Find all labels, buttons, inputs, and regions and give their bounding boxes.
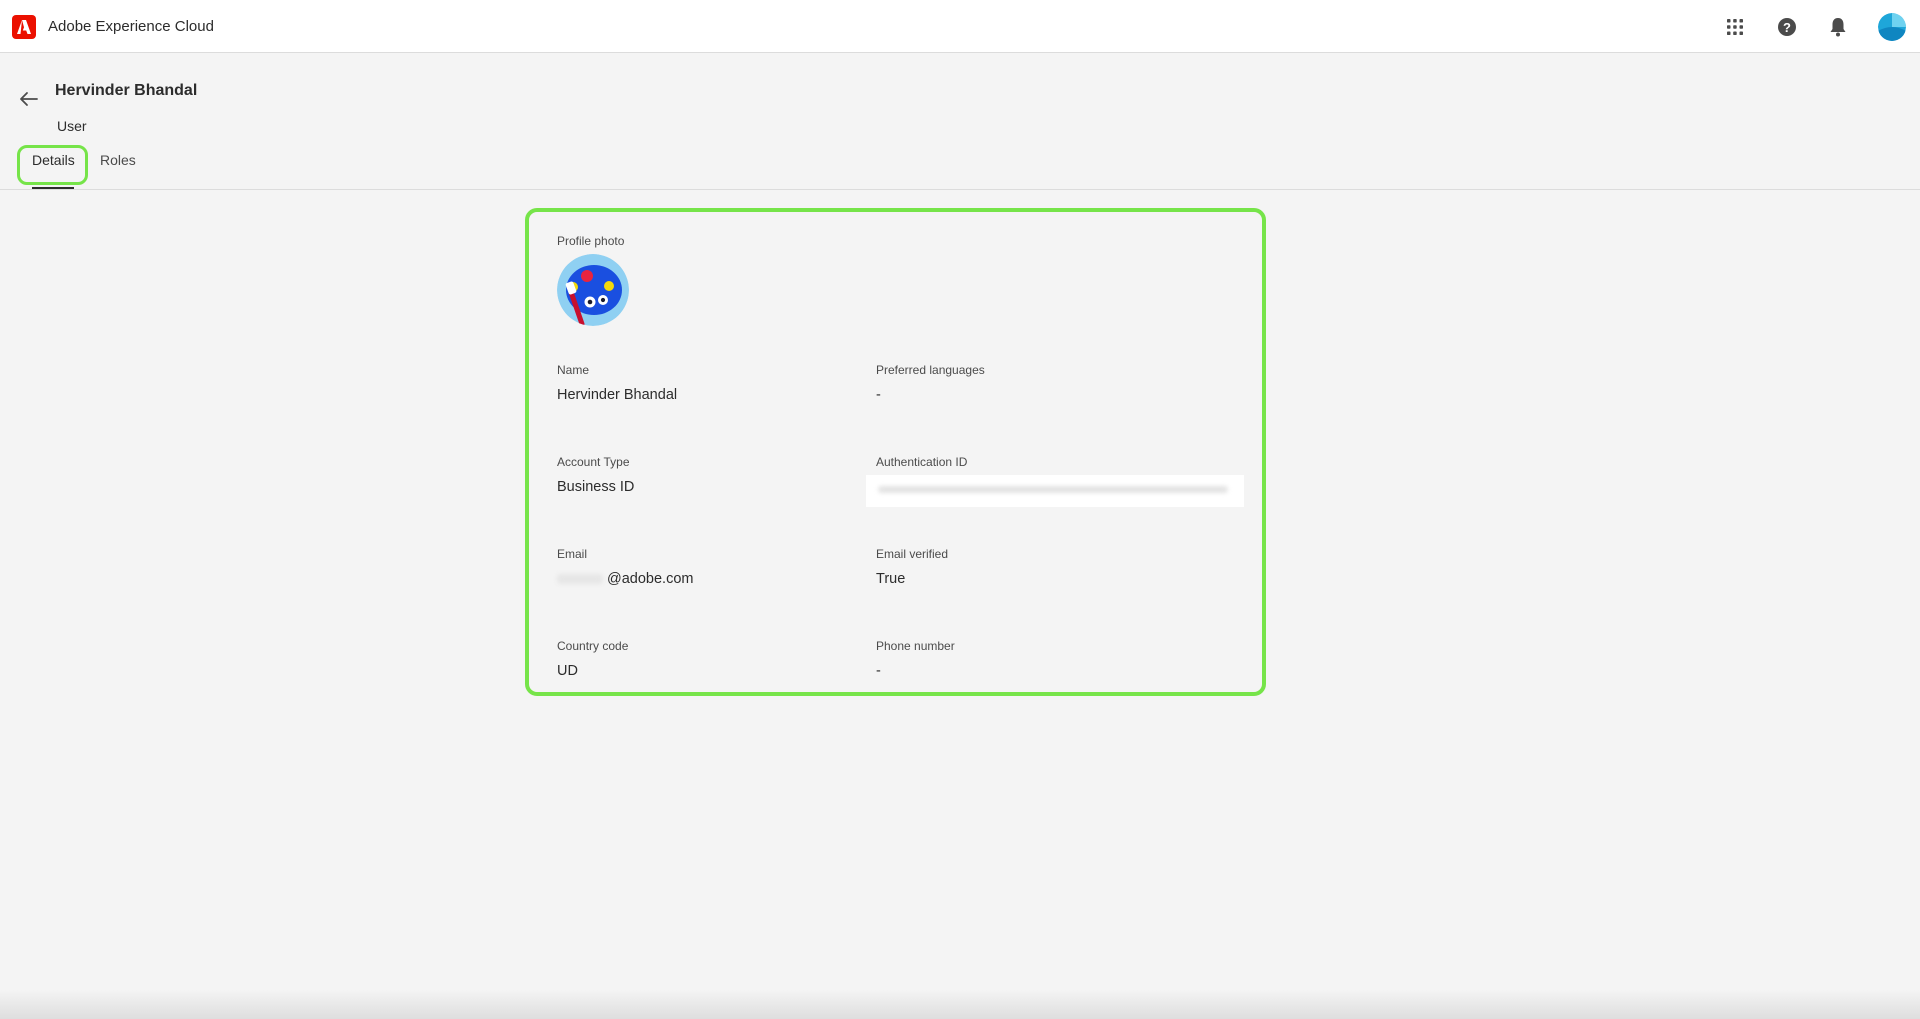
account-type-value: Business ID: [557, 479, 635, 495]
svg-text:?: ?: [1783, 20, 1791, 35]
country-code-value: UD: [557, 663, 578, 679]
email-redacted: [557, 574, 603, 584]
bottom-shadow: [0, 990, 1920, 1019]
bell-icon[interactable]: [1825, 14, 1851, 40]
email-label: Email: [557, 547, 588, 561]
app-title[interactable]: Adobe Experience Cloud: [48, 18, 214, 35]
tab-roles[interactable]: Roles: [100, 152, 136, 168]
phone-number-label: Phone number: [876, 639, 955, 653]
back-arrow-icon[interactable]: [16, 86, 42, 112]
tab-bar: Details Roles: [0, 145, 1920, 190]
tab-details[interactable]: Details: [32, 152, 75, 168]
page-subtitle: User: [57, 118, 87, 134]
name-value: Hervinder Bhandal: [557, 387, 678, 403]
email-verified-value: True: [876, 571, 906, 587]
account-type-label: Account Type: [557, 455, 630, 469]
preferred-languages-value: -: [876, 387, 881, 403]
authentication-id-label: Authentication ID: [876, 455, 968, 469]
page-title: Hervinder Bhandal: [55, 82, 198, 99]
authentication-id-redacted: [866, 475, 1244, 507]
apps-grid-icon[interactable]: [1722, 14, 1748, 40]
preferred-languages-label: Preferred languages: [876, 363, 985, 377]
help-icon[interactable]: ?: [1774, 14, 1800, 40]
country-code-label: Country code: [557, 639, 629, 653]
selected-tab-indicator: [32, 187, 74, 189]
top-bar: Adobe Experience Cloud ?: [0, 0, 1920, 53]
adobe-logo-icon[interactable]: [12, 15, 36, 39]
profile-photo-label: Profile photo: [557, 234, 625, 248]
email-verified-label: Email verified: [876, 547, 949, 561]
profile-photo: [557, 254, 629, 326]
email-value: @adobe.com: [607, 571, 694, 587]
user-avatar[interactable]: [1878, 13, 1906, 41]
name-label: Name: [557, 363, 590, 377]
user-details-card: Profile photo Name Hervinder Bhandal Pre…: [525, 208, 1266, 696]
phone-number-value: -: [876, 663, 881, 679]
